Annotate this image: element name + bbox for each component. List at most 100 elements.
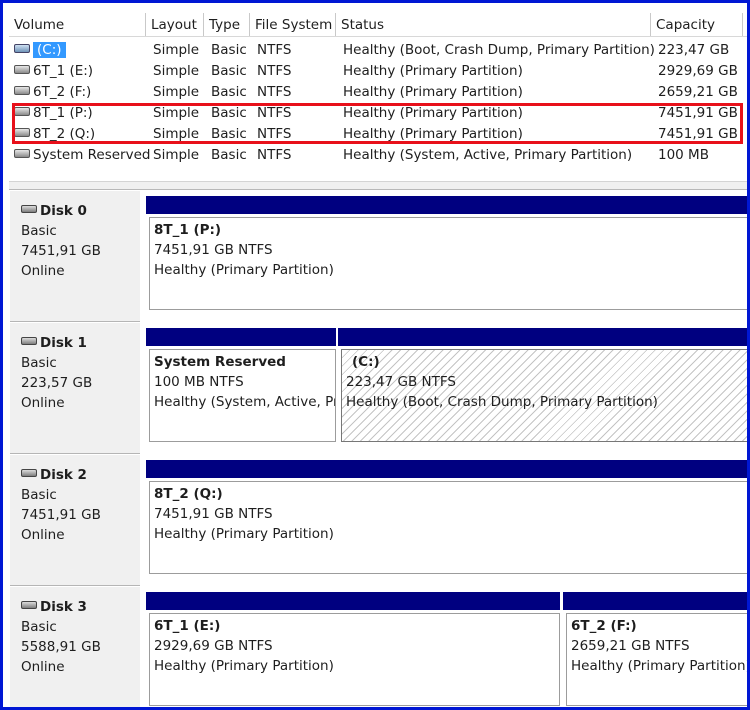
disk-type: Basic xyxy=(21,223,57,239)
column-header-capacity[interactable]: Capacity xyxy=(651,13,743,36)
disk-label[interactable]: Disk 3 Basic 5588,91 GB Online xyxy=(10,586,140,707)
partition-size: 7451,91 GB NTFS xyxy=(154,506,273,522)
partition-status: Healthy (Primary Partition) xyxy=(154,658,334,674)
volume-name: 6T_2 (F:) xyxy=(33,84,92,100)
volume-row-e[interactable]: 6T_1 (E:) Simple Basic NTFS Healthy (Pri… xyxy=(9,61,747,82)
disk-state: Online xyxy=(21,659,65,675)
volume-capacity: 100 MB xyxy=(658,147,709,163)
partition-p[interactable]: 8T_1 (P:) 7451,91 GB NTFS Healthy (Prima… xyxy=(146,196,747,320)
partition-box: 8T_2 (Q:) 7451,91 GB NTFS Healthy (Prima… xyxy=(149,481,747,574)
partition-size: 2929,69 GB NTFS xyxy=(154,638,273,654)
partition-size: 2659,21 GB NTFS xyxy=(571,638,690,654)
partition-name: 6T_2 (F:) xyxy=(571,618,637,634)
partition-box-selected: (C:) 223,47 GB NTFS Healthy (Boot, Crash… xyxy=(341,349,747,442)
disk-name: Disk 2 xyxy=(40,467,87,483)
partition-status: Healthy (Boot, Crash Dump, Primary Parti… xyxy=(346,394,658,410)
disk-state: Online xyxy=(21,527,65,543)
volume-layout: Simple xyxy=(153,63,200,79)
disk-drive-icon xyxy=(21,205,37,213)
volume-row-system-reserved[interactable]: System Reserved Simple Basic NTFS Health… xyxy=(9,145,747,166)
volume-list[interactable]: Volume Layout Type File System Status Ca… xyxy=(9,13,747,183)
partition-bar xyxy=(146,328,336,346)
disk-label[interactable]: Disk 0 Basic 7451,91 GB Online xyxy=(10,190,140,322)
column-header-layout[interactable]: Layout xyxy=(146,13,204,36)
disk-0-panel: Disk 0 Basic 7451,91 GB Online 8T_1 (P:)… xyxy=(10,190,747,322)
partition-system-reserved[interactable]: System Reserved 100 MB NTFS Healthy (Sys… xyxy=(146,328,336,452)
partition-status: Healthy (Primary Partition) xyxy=(154,526,334,542)
partition-box: 8T_1 (P:) 7451,91 GB NTFS Healthy (Prima… xyxy=(149,217,747,310)
partition-q[interactable]: 8T_2 (Q:) 7451,91 GB NTFS Healthy (Prima… xyxy=(146,460,747,584)
volume-name: (C:) xyxy=(33,42,66,58)
disk-state: Online xyxy=(21,395,65,411)
partition-c[interactable]: (C:) 223,47 GB NTFS Healthy (Boot, Crash… xyxy=(338,328,747,452)
partition-box: 6T_1 (E:) 2929,69 GB NTFS Healthy (Prima… xyxy=(149,613,560,706)
partition-name: 8T_2 (Q:) xyxy=(154,486,223,502)
partition-f[interactable]: 6T_2 (F:) 2659,21 GB NTFS Healthy (Prima… xyxy=(563,592,750,707)
partition-size: 100 MB NTFS xyxy=(154,374,244,390)
disk-2-panel: Disk 2 Basic 7451,91 GB Online 8T_2 (Q:)… xyxy=(10,454,747,586)
volume-row-c[interactable]: (C:) Simple Basic NTFS Healthy (Boot, Cr… xyxy=(9,40,747,61)
partition-name: 8T_1 (P:) xyxy=(154,222,222,238)
disk-1-panel: Disk 1 Basic 223,57 GB Online System Res… xyxy=(10,322,747,454)
column-header-status[interactable]: Status xyxy=(336,13,651,36)
volume-status: Healthy (System, Active, Primary Partiti… xyxy=(343,147,633,163)
volume-name: System Reserved xyxy=(33,147,151,163)
drive-icon xyxy=(14,148,30,158)
volume-row-f[interactable]: 6T_2 (F:) Simple Basic NTFS Healthy (Pri… xyxy=(9,82,747,103)
column-header-volume[interactable]: Volume xyxy=(9,13,146,36)
drive-icon xyxy=(14,43,30,53)
disk-label[interactable]: Disk 1 Basic 223,57 GB Online xyxy=(10,322,140,454)
disk-type: Basic xyxy=(21,487,57,503)
disk-size: 223,57 GB xyxy=(21,375,93,391)
pane-splitter[interactable] xyxy=(9,181,747,190)
partition-bar xyxy=(563,592,747,610)
drive-icon xyxy=(14,85,30,95)
disk-drive-icon xyxy=(21,469,37,477)
partition-name: 6T_1 (E:) xyxy=(154,618,221,634)
disk-name: Disk 0 xyxy=(40,203,87,219)
partition-status: Healthy (Primary Partition) xyxy=(154,262,334,278)
volume-type: Basic xyxy=(211,147,247,163)
volume-status: Healthy (Primary Partition) xyxy=(343,63,523,79)
disk-drive-icon xyxy=(21,337,37,345)
drive-icon xyxy=(14,64,30,74)
disk-size: 5588,91 GB xyxy=(21,639,101,655)
column-header-filesystem[interactable]: File System xyxy=(250,13,336,36)
partition-size: 223,47 GB NTFS xyxy=(346,374,456,390)
disk-name: Disk 1 xyxy=(40,335,87,351)
partition-box: System Reserved 100 MB NTFS Healthy (Sys… xyxy=(149,349,336,442)
volume-name: 6T_1 (E:) xyxy=(33,63,94,79)
disk-type: Basic xyxy=(21,619,57,635)
disk-size: 7451,91 GB xyxy=(21,507,101,523)
disk-3-panel: Disk 3 Basic 5588,91 GB Online 6T_1 (E:)… xyxy=(10,586,750,707)
volume-status: Healthy (Boot, Crash Dump, Primary Parti… xyxy=(343,42,655,58)
volume-capacity: 2659,21 GB xyxy=(658,84,738,100)
column-header-row: Volume Layout Type File System Status Ca… xyxy=(9,13,747,37)
disk-management-window: Volume Layout Type File System Status Ca… xyxy=(0,0,750,710)
volume-type: Basic xyxy=(211,63,247,79)
partition-name: System Reserved xyxy=(154,354,286,370)
volume-capacity: 223,47 GB xyxy=(658,42,730,58)
disk-size: 7451,91 GB xyxy=(21,243,101,259)
partition-bar xyxy=(146,196,747,214)
volume-layout: Simple xyxy=(153,84,200,100)
highlight-annotation-box xyxy=(12,103,743,144)
volume-filesystem: NTFS xyxy=(257,63,292,79)
disk-name: Disk 3 xyxy=(40,599,87,615)
disk-drive-icon xyxy=(21,601,37,609)
disk-state: Online xyxy=(21,263,65,279)
volume-type: Basic xyxy=(211,42,247,58)
disk-label[interactable]: Disk 2 Basic 7451,91 GB Online xyxy=(10,454,140,586)
volume-filesystem: NTFS xyxy=(257,42,292,58)
partition-e[interactable]: 6T_1 (E:) 2929,69 GB NTFS Healthy (Prima… xyxy=(146,592,560,707)
volume-capacity: 2929,69 GB xyxy=(658,63,738,79)
volume-layout: Simple xyxy=(153,42,200,58)
partition-status: Healthy (Primary Partition) xyxy=(571,658,750,674)
partition-bar xyxy=(338,328,747,346)
column-header-type[interactable]: Type xyxy=(204,13,250,36)
partition-bar xyxy=(146,460,747,478)
partition-bar xyxy=(146,592,560,610)
volume-type: Basic xyxy=(211,84,247,100)
volume-status: Healthy (Primary Partition) xyxy=(343,84,523,100)
partition-status: Healthy (System, Active, Pri xyxy=(154,394,336,410)
